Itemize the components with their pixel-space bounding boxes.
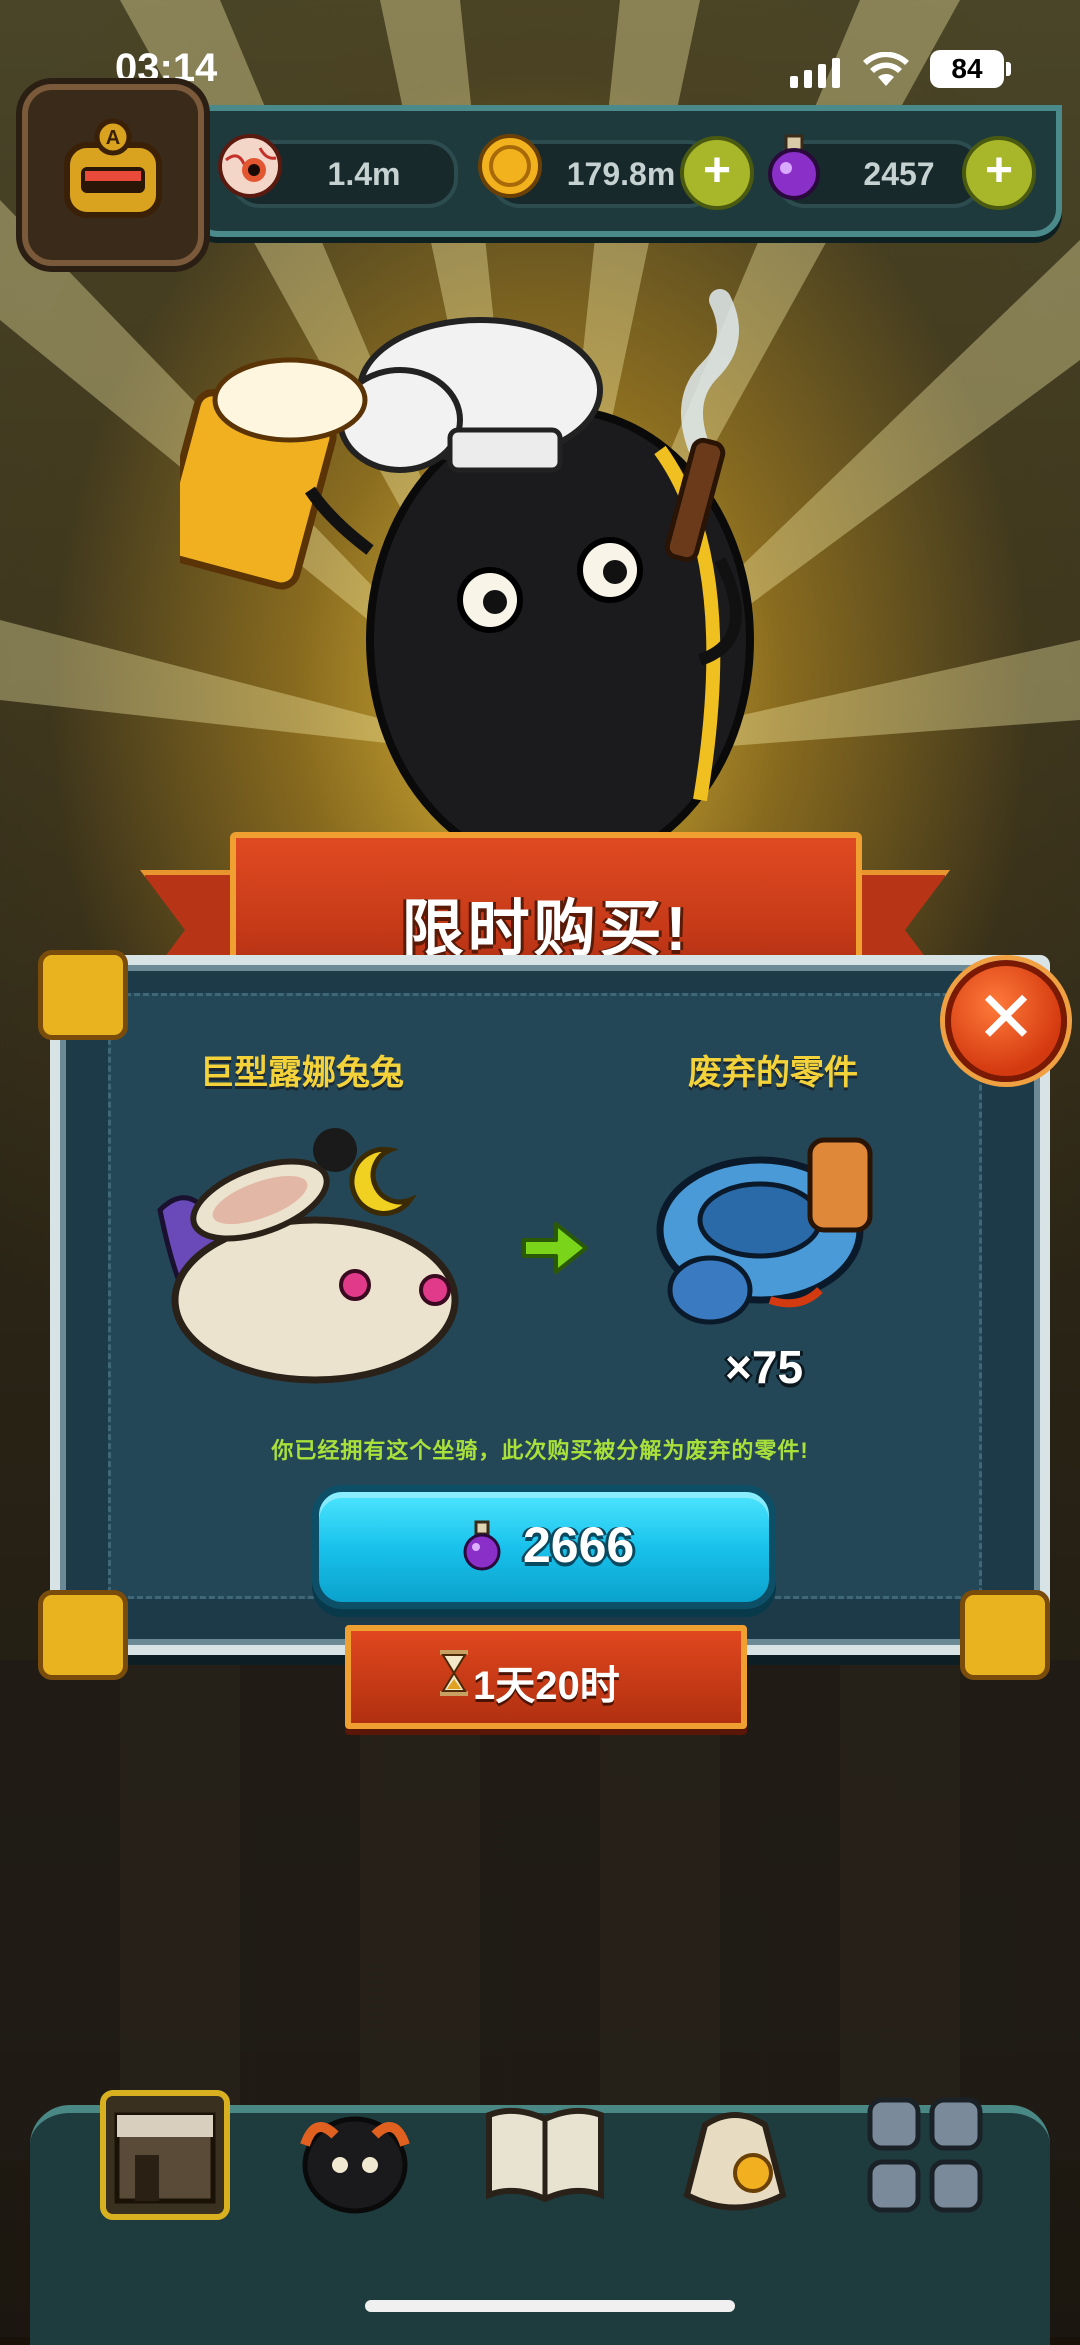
buy-potions-button[interactable]: + (962, 136, 1036, 210)
mount-item-name: 巨型露娜兔兔 (200, 1054, 404, 1092)
eyeball-icon (218, 134, 282, 198)
duplicate-mount-notice: 你已经拥有这个坐骑，此次购买被分解为废弃的零件! (271, 1438, 809, 1463)
buy-coins-button[interactable]: + (680, 136, 754, 210)
battery-tip (1006, 62, 1011, 76)
battery-indicator: 84 (930, 50, 1004, 88)
buy-button[interactable]: 2666 (312, 1485, 776, 1609)
offer-timer: 1天20时 (345, 1625, 747, 1729)
grid-icon[interactable] (855, 2085, 995, 2225)
panel-corner-ornament (38, 1590, 128, 1680)
panel-corner-ornament (38, 950, 128, 1040)
chef-blob-character (180, 289, 754, 840)
cellular-signal-icon (790, 58, 840, 88)
scrap-quantity: ×75 (725, 1341, 804, 1393)
rabbit-icon (157, 1128, 459, 1384)
panel-corner-ornament (960, 1590, 1050, 1680)
scrap-item-name: 废弃的零件 (688, 1054, 858, 1092)
scrap-parts-icon (656, 1137, 873, 1325)
book-icon[interactable] (475, 2085, 615, 2225)
hourglass-icon (440, 1650, 468, 1696)
player-avatar[interactable]: A (22, 84, 204, 266)
wifi-icon (863, 52, 909, 86)
close-button[interactable]: ✕ (945, 960, 1067, 1082)
close-icon: ✕ (975, 978, 1037, 1058)
buy-price: 2666 (523, 1517, 635, 1573)
shop-icon[interactable] (95, 2085, 235, 2225)
bag-icon[interactable] (665, 2085, 805, 2225)
potion-icon (463, 1520, 501, 1571)
avatar-icon: A (64, 118, 162, 218)
potion-icon (768, 134, 820, 200)
svg-text:A: A (106, 127, 120, 149)
coin-icon (478, 134, 542, 198)
arrow-right-icon (522, 1222, 588, 1274)
monster-icon[interactable] (285, 2085, 425, 2225)
home-indicator[interactable] (365, 2300, 735, 2312)
timer-value: 1天20时 (473, 1664, 620, 1708)
